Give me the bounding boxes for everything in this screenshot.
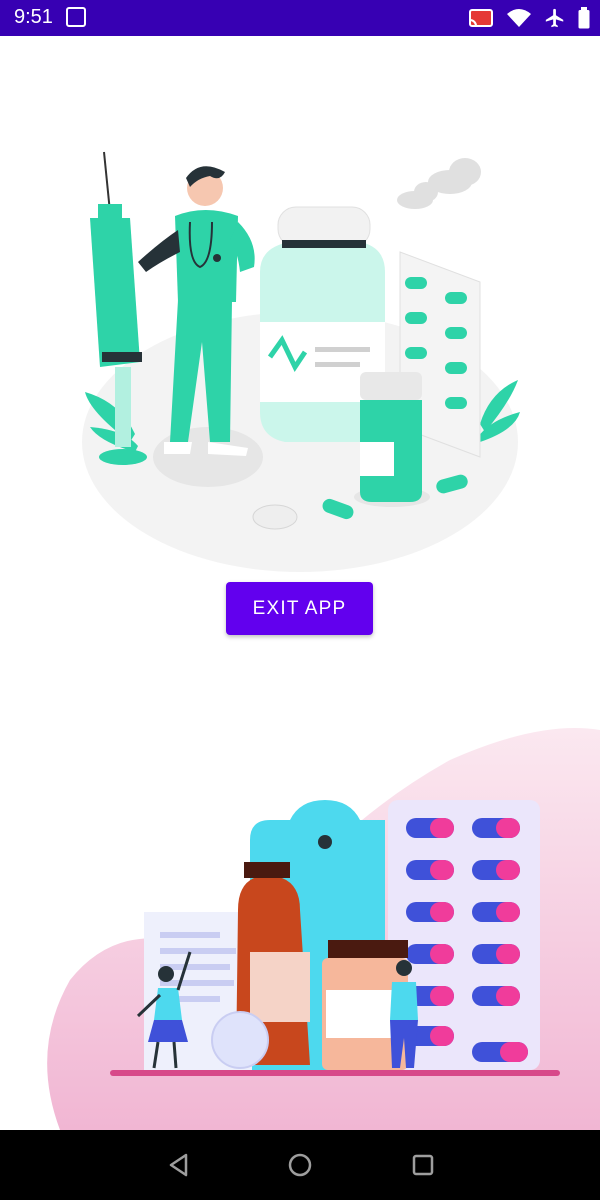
wifi-icon [507,9,531,27]
cast-icon [469,9,493,27]
airplane-mode-icon [545,8,564,28]
exit-app-button[interactable]: EXIT APP [226,582,373,635]
navigation-bar [0,1130,600,1200]
recents-icon[interactable] [410,1152,436,1178]
home-icon[interactable] [287,1152,313,1178]
battery-icon [578,7,590,29]
clouds-icon [397,158,481,209]
shelf-line [110,1070,560,1076]
pharmacy-illustration [47,728,600,1130]
round-tablet-icon [211,1011,269,1069]
medical-illustration [82,151,520,572]
pill-bottle-icon [354,372,430,507]
notification-icon [66,7,86,27]
back-icon[interactable] [166,1152,192,1178]
status-icons [468,7,590,29]
status-bar: 9:51 [0,0,600,36]
status-time: 9:51 [14,6,53,28]
